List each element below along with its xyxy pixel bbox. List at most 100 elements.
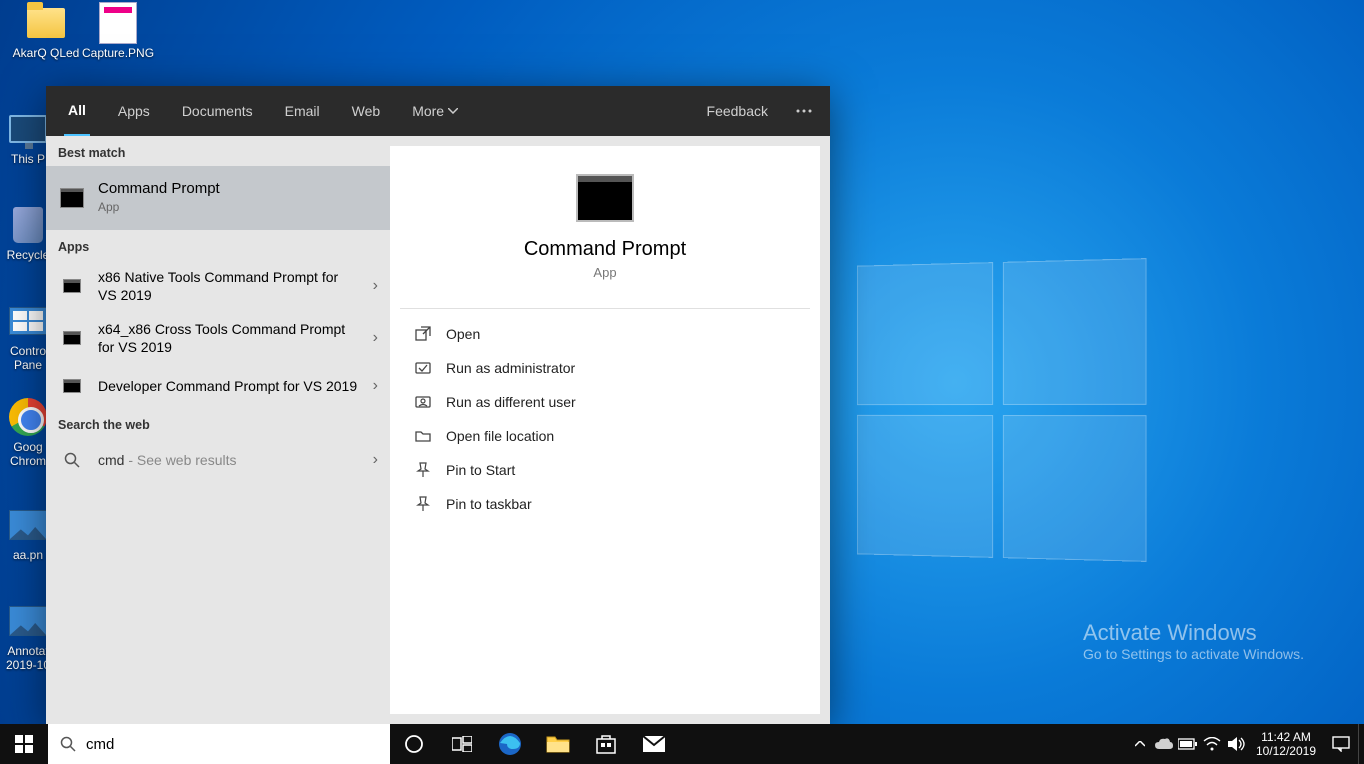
pin-icon (414, 495, 432, 513)
action-open-location[interactable]: Open file location (390, 419, 820, 453)
tray-time: 11:42 AM (1256, 730, 1316, 744)
mail-icon (642, 735, 666, 753)
tab-more[interactable]: More (408, 86, 462, 136)
icon-label: Capture.PNG (82, 46, 154, 60)
tray-volume-icon[interactable] (1224, 724, 1248, 764)
search-filter-tabs: All Apps Documents Email Web More Feedba… (46, 86, 830, 136)
show-desktop-button[interactable] (1358, 724, 1364, 764)
start-button[interactable] (0, 724, 48, 764)
command-prompt-icon (58, 372, 86, 400)
section-apps: Apps (46, 230, 390, 260)
tab-all[interactable]: All (64, 86, 90, 136)
cortana-icon (404, 734, 424, 754)
action-run-admin[interactable]: Run as administrator (390, 351, 820, 385)
chevron-right-icon: › (373, 277, 378, 295)
monitor-icon (7, 108, 49, 150)
wallpaper-windows-logo (857, 258, 1147, 562)
tray-clock[interactable]: 11:42 AM 10/12/2019 (1248, 730, 1324, 758)
folder-icon (25, 2, 67, 44)
tray-onedrive-icon[interactable] (1152, 724, 1176, 764)
result-developer-command-prompt[interactable]: Developer Command Prompt for VS 2019 › (46, 364, 390, 408)
result-x64-x86-cross-tools[interactable]: x64_x86 Cross Tools Command Prompt for V… (46, 312, 390, 364)
taskbar-app-file-explorer[interactable] (534, 724, 582, 764)
result-command-prompt[interactable]: Command Prompt App (46, 166, 390, 230)
command-prompt-icon (576, 174, 634, 222)
action-label: Pin to Start (446, 462, 515, 478)
notification-icon (1332, 736, 1350, 752)
search-input[interactable] (86, 736, 378, 753)
feedback-link[interactable]: Feedback (703, 86, 772, 136)
action-pin-taskbar[interactable]: Pin to taskbar (390, 487, 820, 521)
desktop-file-capture[interactable]: Capture.PNG (82, 2, 154, 60)
cloud-icon (1155, 738, 1173, 750)
pin-icon (414, 461, 432, 479)
tab-apps[interactable]: Apps (114, 86, 154, 136)
result-subtitle: App (98, 198, 378, 216)
search-icon (58, 446, 86, 474)
start-search-panel: All Apps Documents Email Web More Feedba… (46, 86, 830, 724)
tab-email[interactable]: Email (281, 86, 324, 136)
section-search-web: Search the web (46, 408, 390, 438)
image-file-icon (7, 504, 49, 546)
section-best-match: Best match (46, 136, 390, 166)
action-center-button[interactable] (1324, 724, 1358, 764)
tab-more-label: More (412, 103, 444, 119)
task-view-icon (452, 736, 472, 752)
command-prompt-icon (58, 184, 86, 212)
taskbar: 11:42 AM 10/12/2019 (0, 724, 1364, 764)
command-prompt-icon (58, 272, 86, 300)
chevron-up-icon (1135, 741, 1145, 747)
desktop-folder-akarq[interactable]: AkarQ QLed (10, 2, 82, 60)
result-x86-native-tools[interactable]: x86 Native Tools Command Prompt for VS 2… (46, 260, 390, 312)
cortana-button[interactable] (390, 724, 438, 764)
tab-documents[interactable]: Documents (178, 86, 257, 136)
more-options-button[interactable] (796, 86, 812, 136)
wifi-icon (1203, 737, 1221, 751)
chevron-right-icon: › (373, 377, 378, 395)
battery-icon (1178, 738, 1198, 750)
tray-overflow-button[interactable] (1128, 724, 1152, 764)
result-title: x64_x86 Cross Tools Command Prompt for V… (98, 320, 361, 356)
result-web-cmd[interactable]: cmd - See web results › (46, 438, 390, 482)
action-pin-start[interactable]: Pin to Start (390, 453, 820, 487)
result-title: x86 Native Tools Command Prompt for VS 2… (98, 268, 361, 304)
image-file-icon (7, 600, 49, 642)
tray-wifi-icon[interactable] (1200, 724, 1224, 764)
tray-battery-icon[interactable] (1176, 724, 1200, 764)
taskbar-app-mail[interactable] (630, 724, 678, 764)
system-tray: 11:42 AM 10/12/2019 (1128, 724, 1364, 764)
ellipsis-icon (796, 109, 812, 113)
chevron-down-icon (448, 108, 458, 114)
action-label: Pin to taskbar (446, 496, 532, 512)
search-results-column: Best match Command Prompt App Apps x86 N… (46, 136, 390, 724)
chrome-icon (7, 396, 49, 438)
activation-title: Activate Windows (1083, 620, 1304, 646)
preview-title: Command Prompt (400, 238, 810, 261)
action-label: Run as administrator (446, 360, 575, 376)
command-prompt-icon (58, 324, 86, 352)
task-view-button[interactable] (438, 724, 486, 764)
taskbar-app-edge[interactable] (486, 724, 534, 764)
chevron-right-icon: › (373, 329, 378, 347)
activation-sub: Go to Settings to activate Windows. (1083, 646, 1304, 662)
folder-icon (414, 427, 432, 445)
action-label: Open file location (446, 428, 554, 444)
taskbar-app-store[interactable] (582, 724, 630, 764)
action-run-different-user[interactable]: Run as different user (390, 385, 820, 419)
action-label: Open (446, 326, 480, 342)
control-panel-icon (7, 300, 49, 342)
tab-web[interactable]: Web (348, 86, 385, 136)
speaker-icon (1227, 736, 1245, 752)
file-explorer-icon (546, 734, 570, 754)
taskbar-search-box[interactable] (48, 724, 390, 764)
preview-subtitle: App (400, 265, 810, 280)
action-open[interactable]: Open (390, 317, 820, 351)
divider (400, 308, 810, 309)
icon-label: AkarQ QLed (10, 46, 82, 60)
action-label: Run as different user (446, 394, 576, 410)
web-query-text: cmd (98, 452, 124, 468)
result-title: Developer Command Prompt for VS 2019 (98, 377, 361, 395)
chevron-right-icon: › (373, 451, 378, 469)
web-query-suffix: - See web results (124, 452, 236, 468)
result-title: Command Prompt (98, 180, 378, 198)
